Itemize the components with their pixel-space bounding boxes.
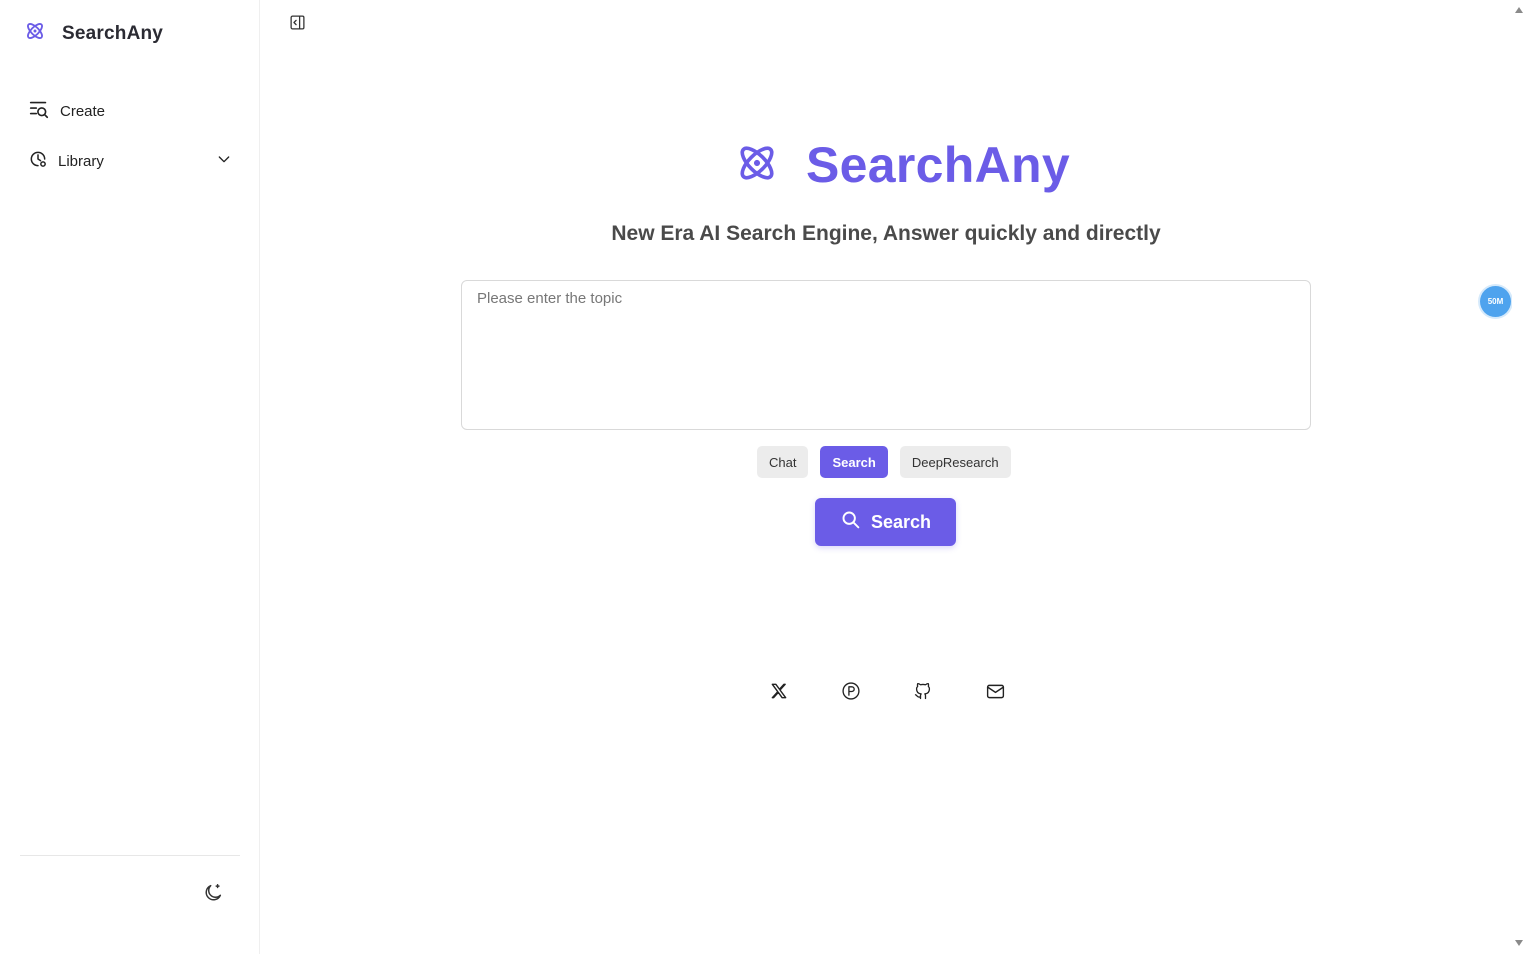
scroll-down-icon[interactable] — [1515, 940, 1523, 946]
theme-toggle-button[interactable] — [200, 882, 226, 908]
mode-deepresearch-button[interactable]: DeepResearch — [899, 446, 1011, 478]
sidebar-item-library[interactable]: Library — [28, 149, 232, 173]
floating-badge[interactable]: 50M — [1480, 286, 1511, 317]
moon-icon — [202, 882, 224, 909]
topic-input[interactable] — [461, 280, 1311, 430]
panel-collapse-icon — [289, 14, 306, 36]
x-icon[interactable] — [766, 678, 792, 704]
hero: SearchAny — [734, 136, 1070, 194]
producthunt-icon[interactable] — [838, 678, 864, 704]
sidebar-item-label: Create — [60, 102, 106, 120]
atom-logo-icon — [734, 140, 780, 191]
github-icon[interactable] — [910, 678, 936, 704]
atom-logo-icon — [24, 20, 46, 47]
search-button[interactable]: Search — [815, 498, 956, 546]
create-search-icon — [28, 98, 50, 124]
social-links — [766, 678, 1008, 704]
collapse-sidebar-button[interactable] — [287, 15, 307, 35]
mode-search-button[interactable]: Search — [820, 446, 888, 478]
hero-title: SearchAny — [806, 137, 1070, 193]
chevron-down-icon[interactable] — [216, 151, 232, 171]
sidebar: SearchAny Create Library — [0, 0, 260, 954]
tagline: New Era AI Search Engine, Answer quickly… — [611, 222, 1161, 245]
brand-name: SearchAny — [62, 22, 164, 44]
mode-chat-button[interactable]: Chat — [757, 446, 809, 478]
search-button-label: Search — [870, 511, 932, 532]
history-icon — [28, 149, 48, 173]
app-root: SearchAny Create Library SearchAny New E… — [0, 0, 1526, 954]
scrollbar[interactable] — [1512, 0, 1526, 954]
sidebar-item-label: Library — [58, 152, 104, 170]
sidebar-item-create[interactable]: Create — [28, 98, 105, 124]
search-icon — [840, 509, 861, 535]
mode-selector: Chat Search DeepResearch — [757, 446, 1011, 478]
mail-icon[interactable] — [982, 678, 1008, 704]
scroll-up-icon[interactable] — [1515, 7, 1523, 13]
brand[interactable]: SearchAny — [24, 20, 163, 47]
sidebar-divider — [20, 855, 240, 856]
